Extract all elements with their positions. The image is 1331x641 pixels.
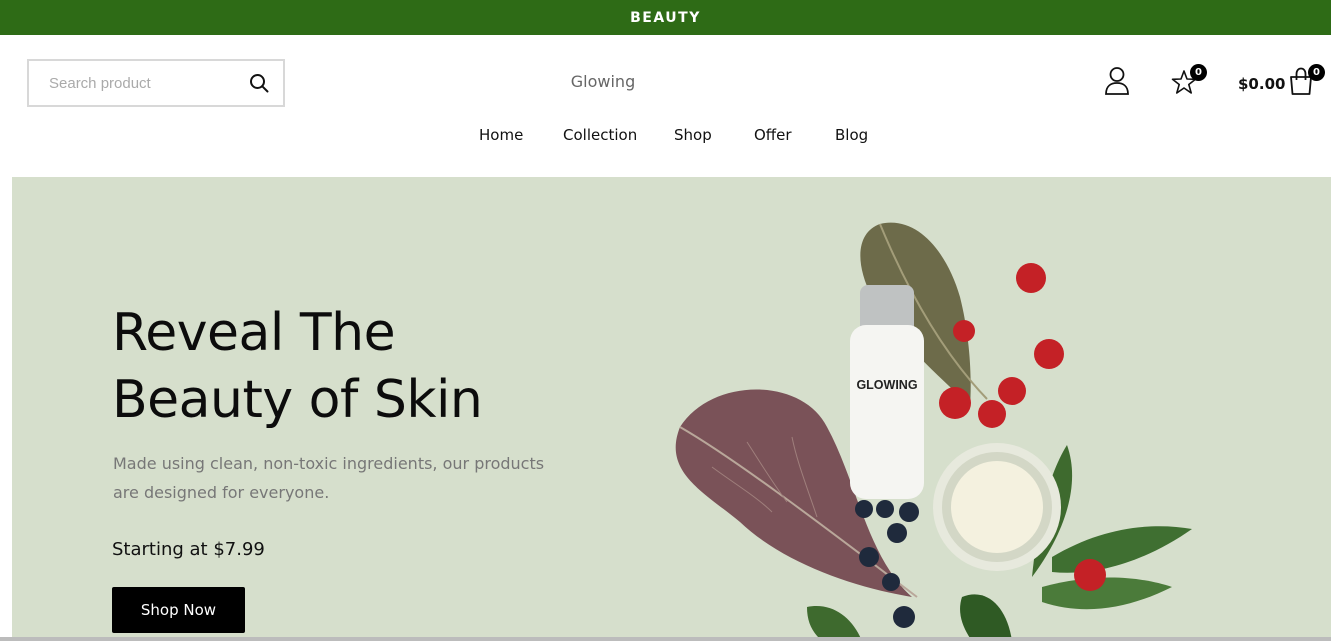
hero-subtitle: Made using clean, non-toxic ingredients,… [113,454,545,502]
wishlist-count-badge: 0 [1190,64,1207,81]
main-nav: Home Collection Shop Offer Blog [0,126,1331,150]
announcement-text: BEAUTY [630,9,701,26]
hero-title: Reveal The Beauty of Skin [112,300,483,434]
cart-count-badge: 0 [1308,64,1325,81]
header-actions: 0 $0.00 0 [0,64,1331,102]
hero-title-line-1: Reveal The [112,303,396,363]
bottle-label-text: GLOWING [856,378,917,392]
shop-now-button[interactable]: Shop Now [112,587,245,633]
cart-total[interactable]: $0.00 [1238,75,1285,93]
nav-item-shop[interactable]: Shop [674,126,712,144]
nav-item-collection[interactable]: Collection [563,126,637,144]
hero-banner: GLOWING Reveal The Beauty of Skin Made u… [12,177,1331,641]
nav-item-home[interactable]: Home [479,126,523,144]
horizontal-scrollbar[interactable] [0,637,1331,641]
hero-price-text: Starting at $7.99 [112,539,265,560]
announcement-bar: BEAUTY [0,0,1331,35]
user-icon[interactable] [1104,66,1130,100]
nav-item-offer[interactable]: Offer [754,126,792,144]
nav-item-blog[interactable]: Blog [835,126,868,144]
hero-title-line-2: Beauty of Skin [112,370,483,430]
cart-button[interactable]: 0 [1288,64,1325,100]
wishlist-button[interactable]: 0 [1170,64,1207,100]
